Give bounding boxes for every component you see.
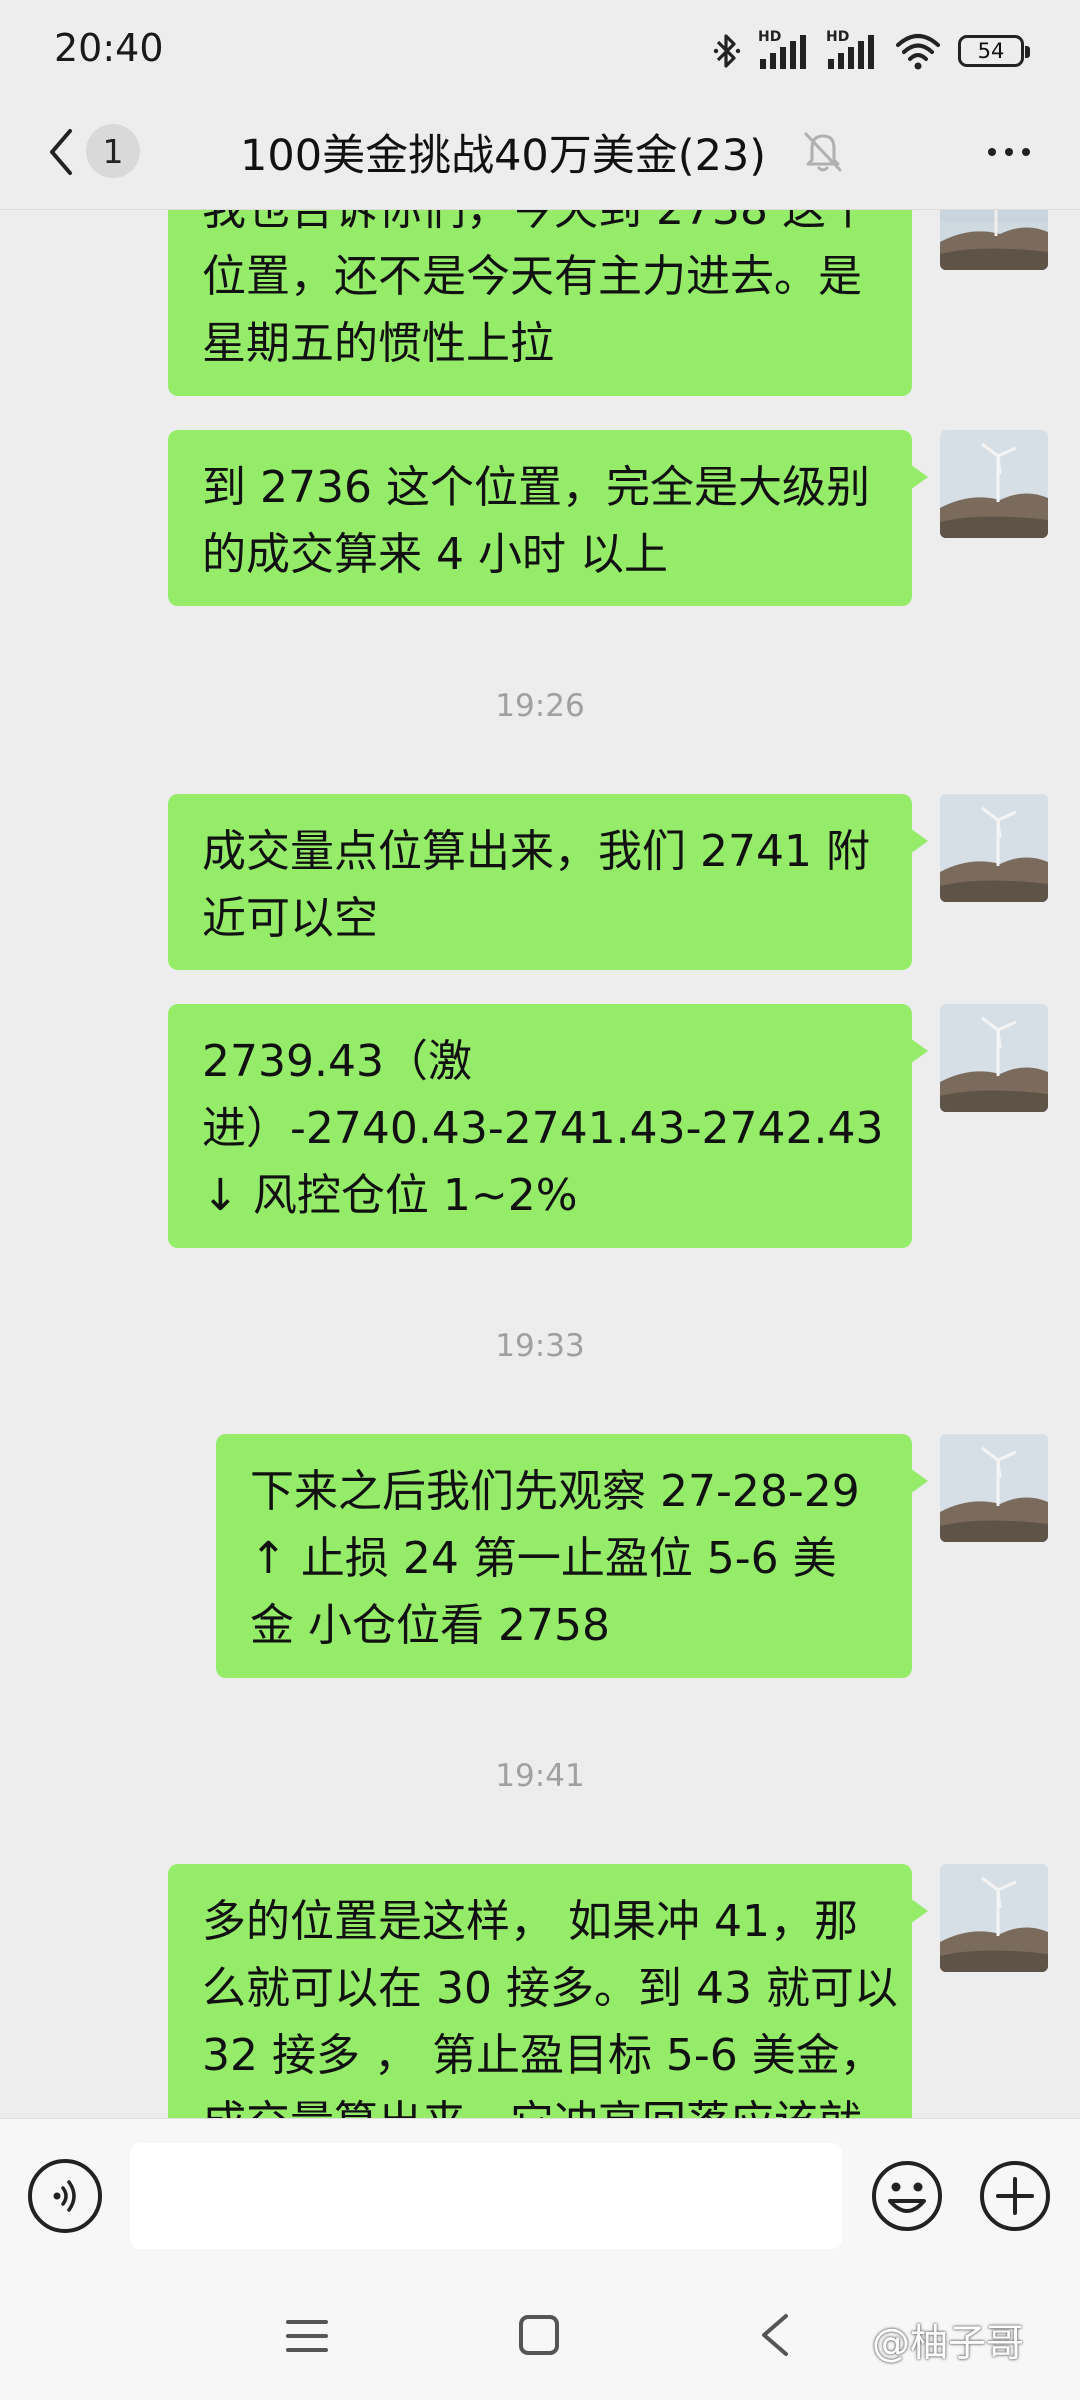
input-bar [0,2118,1080,2272]
status-bar: 20:40 HD HD 54 [0,0,1080,96]
watermark: @柚子哥 [872,2312,1024,2367]
menu-icon[interactable] [284,2316,330,2356]
avatar-image [940,210,1048,270]
message-bubble[interactable]: 下来之后我们先观察 27-28-29 ↑ 止损 24 第一止盈位 5-6 美 金… [216,1434,928,1678]
message-line: 么就可以在 30 接多。到 43 就可以 [202,1963,898,2014]
watermark-text: @柚子哥 [872,2321,1025,2365]
avatar-image [940,1004,1048,1112]
message-line: 星期五的惯性上拉 [202,318,554,369]
message-line: 我也告诉你们，今天到 2738 这个 [202,210,878,243]
timestamp: 19:33 [495,1328,585,1364]
avatar-image [940,794,1048,902]
chevron-left-icon [50,129,72,175]
avatar-image [940,1864,1048,1972]
message-bubble[interactable]: 2739.43（激 进）-2740.43-2741.43-2742.43 ↓ 风… [168,1004,928,1248]
message-line: 的成交算来 4 小时 以上 [202,529,668,580]
more-dots-icon [988,148,996,156]
message-line: 位置，还不是今天有主力进去。是 [202,251,862,302]
signal-icon-2: HD [826,29,878,71]
timestamp: 19:41 [495,1758,585,1794]
message-bubble[interactable]: 我也告诉你们，今天到 2738 这个 位置，还不是今天有主力进去。是 星期五的惯… [168,210,928,396]
signal-icon-1: HD [758,29,810,71]
bell-off-icon [804,132,842,172]
message-line: 下来之后我们先观察 27-28-29 [250,1466,860,1517]
nav-back-icon[interactable] [756,2312,792,2358]
more-button[interactable] [974,126,1044,178]
voice-button[interactable] [28,2159,102,2233]
message-input[interactable] [130,2143,842,2249]
avatar[interactable] [940,1864,1048,1972]
avatar[interactable] [940,794,1048,902]
system-nav-bar: @柚子哥 [0,2272,1080,2400]
bluetooth-icon [713,34,741,68]
emoji-icon [872,2161,942,2231]
avatar[interactable] [940,1004,1048,1112]
chat-title[interactable]: 100美金挑战40万美金(23) [240,120,766,184]
battery-indicator: 54 [958,35,1030,67]
unread-count-badge[interactable]: 1 [86,124,140,178]
chat-header: 1 100美金挑战40万美金(23) [0,96,1080,210]
message-line: ↑ 止损 24 第一止盈位 5-6 美 [250,1533,837,1584]
more-dot [1022,148,1030,156]
message-line: ↓ 风控仓位 1~2% [202,1170,578,1221]
message-line: 多的位置是这样， 如果冲 41，那 [202,1896,858,1947]
message-line: 2739.43（激 [202,1036,472,1087]
message-line: 进）-2740.43-2741.43-2742.43 [202,1103,884,1154]
message-line: 32 接多 ， 第止盈目标 5-6 美金， [202,2030,884,2081]
message-line: 成交量算出来，它冲高回落应该就 [202,2089,878,2118]
message-line: 成交量点位算出来，我们 2741 附 [202,826,870,877]
avatar[interactable] [940,210,1048,270]
chat-message-list[interactable]: 我也告诉你们，今天到 2738 这个 位置，还不是今天有主力进去。是 星期五的惯… [0,210,1080,2118]
wifi-icon [896,34,940,70]
message-bubble[interactable]: 到 2736 这个位置，完全是大级别 的成交算来 4 小时 以上 [168,430,928,606]
back-button[interactable] [36,122,86,182]
voice-icon [53,2180,76,2212]
avatar-image [940,1434,1048,1542]
plus-icon [980,2161,1050,2231]
message-line: 到 2736 这个位置，完全是大级别 [202,462,870,513]
avatar-image [940,430,1048,538]
status-time: 20:40 [54,26,164,70]
emoji-button[interactable] [870,2159,944,2233]
home-icon[interactable] [518,2314,560,2356]
plus-button[interactable] [978,2159,1052,2233]
status-icons: HD HD 54 [712,28,1030,74]
message-bubble[interactable]: 多的位置是这样， 如果冲 41，那 么就可以在 30 接多。到 43 就可以 3… [168,1864,928,2118]
message-line: 金 小仓位看 2758 [250,1600,610,1651]
avatar[interactable] [940,1434,1048,1542]
message-line: 近可以空 [202,893,378,944]
timestamp: 19:26 [495,688,585,724]
message-bubble[interactable]: 成交量点位算出来，我们 2741 附 近可以空 [168,794,928,970]
avatar[interactable] [940,430,1048,538]
more-dot [1005,148,1013,156]
